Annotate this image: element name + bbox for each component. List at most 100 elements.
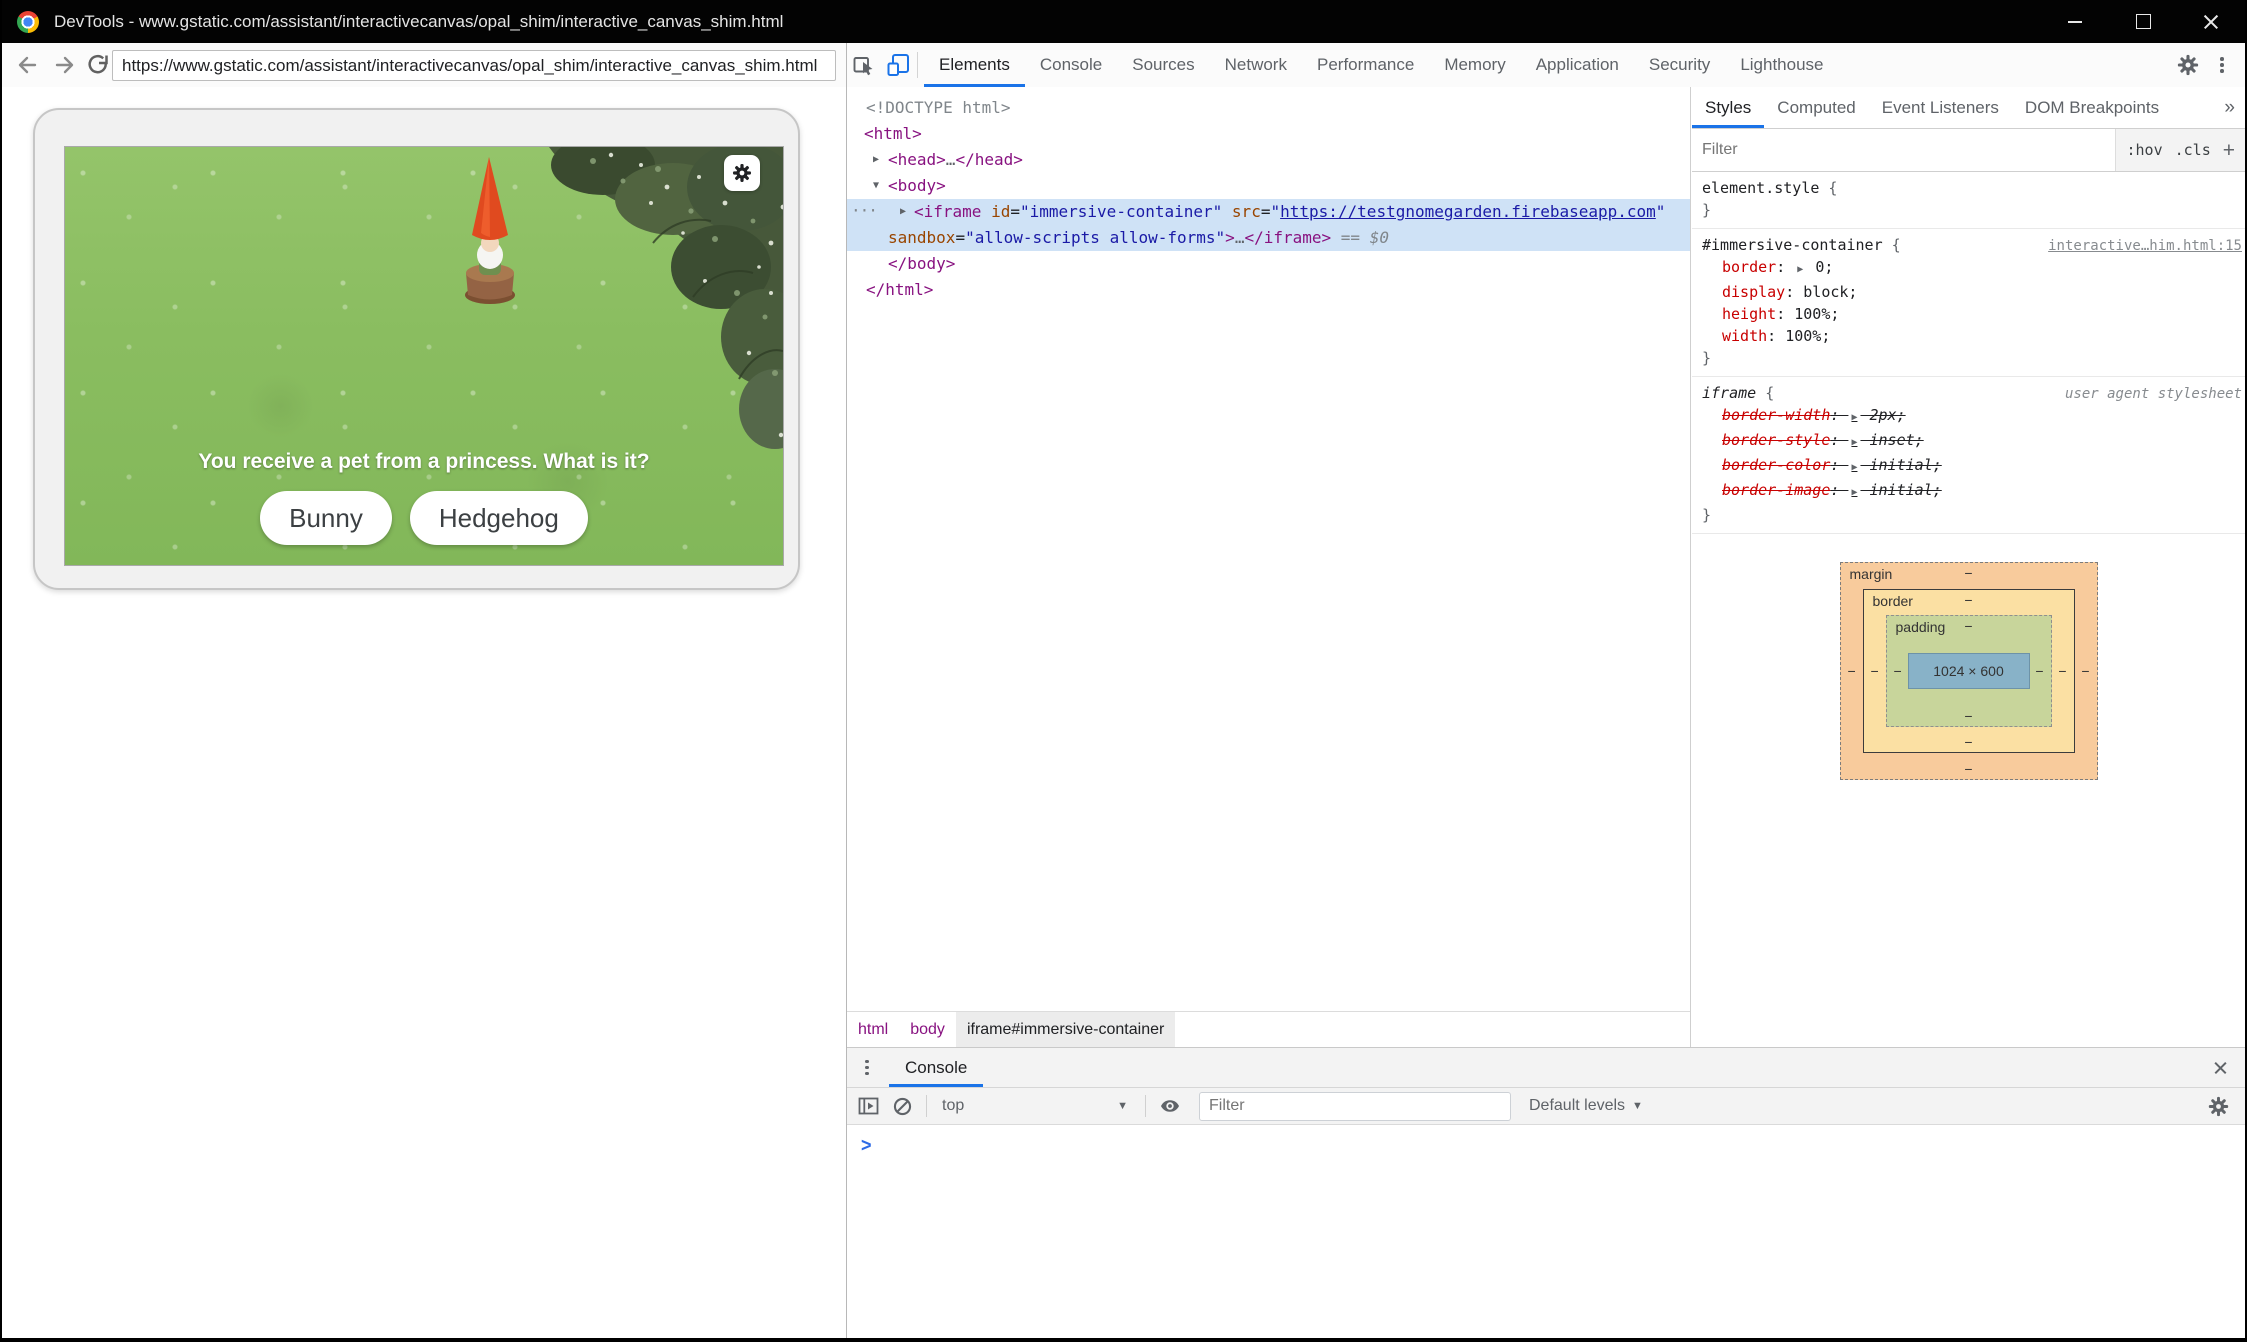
css-property[interactable]: width: 100%; [1702, 325, 2245, 347]
expand-toggle-icon[interactable]: ▶ [1794, 264, 1806, 275]
box-model-value[interactable]: − [1871, 663, 1879, 679]
minimize-button[interactable] [2041, 0, 2109, 43]
dom-tree-node[interactable]: </html> [847, 277, 1690, 303]
log-levels-select[interactable]: Default levels ▼ [1529, 1097, 1643, 1115]
box-model-value[interactable]: − [1964, 708, 1972, 724]
css-property[interactable]: border-width: ▶ 2px; [1702, 404, 2245, 429]
game-canvas[interactable]: You receive a pet from a princess. What … [64, 146, 784, 566]
tab-console[interactable]: Console [1025, 43, 1117, 87]
console-settings-button[interactable] [2201, 1091, 2235, 1121]
url-bar[interactable] [112, 50, 836, 81]
drawer-menu-button[interactable] [847, 1048, 887, 1087]
tab-dom-breakpoints[interactable]: DOM Breakpoints [2012, 87, 2172, 128]
box-model-value[interactable]: − [1894, 663, 1902, 679]
breadcrumb-html[interactable]: html [847, 1012, 899, 1047]
tab-sources[interactable]: Sources [1117, 43, 1209, 87]
devtools-more-options-button[interactable] [2205, 48, 2239, 82]
tab-network[interactable]: Network [1210, 43, 1302, 87]
box-model-value[interactable]: − [2035, 663, 2043, 679]
css-property[interactable]: height: 100%; [1702, 303, 2245, 325]
box-model-padding[interactable]: padding 1024 × 600 −−−− [1886, 615, 2052, 727]
node-menu-dots-icon[interactable]: ··· [851, 199, 877, 223]
breadcrumb-iframe[interactable]: iframe#immersive-container [956, 1012, 1175, 1047]
box-model-value[interactable]: − [2058, 663, 2066, 679]
css-property[interactable]: border-style: ▶ inset; [1702, 429, 2245, 454]
box-model-value[interactable]: − [1964, 565, 1972, 581]
dom-tree-node[interactable]: sandbox="allow-scripts allow-forms">…</i… [847, 225, 1690, 251]
dom-tree-node[interactable]: <html> [847, 121, 1690, 147]
box-model-content[interactable]: 1024 × 600 [1908, 653, 2030, 689]
rule-selector[interactable]: iframe [1702, 384, 1756, 402]
breadcrumb-body[interactable]: body [899, 1012, 956, 1047]
close-button[interactable] [2177, 0, 2245, 43]
tab-memory[interactable]: Memory [1429, 43, 1520, 87]
forward-icon[interactable] [52, 52, 78, 78]
javascript-context-select[interactable]: top ▼ [934, 1097, 1138, 1115]
tab-elements[interactable]: Elements [924, 43, 1025, 87]
toggle-pseudo-state-button[interactable]: :hov [2126, 141, 2162, 159]
css-property[interactable]: display: block; [1702, 281, 2245, 303]
expand-toggle-icon[interactable]: ▶ [1848, 487, 1860, 498]
tab-lighthouse[interactable]: Lighthouse [1725, 43, 1838, 87]
rule-selector[interactable]: #immersive-container [1702, 236, 1883, 254]
expand-toggle-icon[interactable]: ▶ [1848, 462, 1860, 473]
tab-computed[interactable]: Computed [1764, 87, 1868, 128]
maximize-button[interactable] [2109, 0, 2177, 43]
dom-tree-node[interactable]: ···▶<iframe id="immersive-container" src… [847, 199, 1690, 225]
devtools-settings-button[interactable] [2171, 48, 2205, 82]
css-property[interactable]: border: ▶ 0; [1702, 256, 2245, 281]
tab-event-listeners[interactable]: Event Listeners [1869, 87, 2012, 128]
new-style-rule-icon[interactable]: + [2223, 140, 2235, 161]
console-filter-input[interactable] [1200, 1096, 1510, 1116]
box-model-value[interactable]: − [1964, 592, 1972, 608]
tab-security[interactable]: Security [1634, 43, 1725, 87]
tab-performance[interactable]: Performance [1302, 43, 1429, 87]
toggle-element-classes-button[interactable]: .cls [2175, 141, 2211, 159]
box-model-value[interactable]: − [1848, 663, 1856, 679]
box-model-value[interactable]: − [1964, 618, 1972, 634]
css-rule[interactable]: iframe {user agent stylesheetborder-widt… [1692, 377, 2245, 534]
expand-toggle-icon[interactable]: ▶ [1848, 412, 1860, 423]
clear-console-button[interactable] [885, 1091, 919, 1121]
expand-toggle-icon[interactable]: ▼ [873, 173, 879, 199]
expand-toggle-icon[interactable]: ▶ [873, 147, 879, 173]
css-property[interactable]: border-color: ▶ initial; [1702, 454, 2245, 479]
styles-filter-input[interactable] [1692, 140, 2115, 160]
tab-styles[interactable]: Styles [1692, 87, 1764, 128]
close-drawer-button[interactable] [2205, 1048, 2235, 1087]
rule-selector[interactable]: element.style [1702, 179, 1819, 197]
dom-tree-node[interactable]: ▼<body> [847, 173, 1690, 199]
box-model-margin[interactable]: margin border padding 1024 × 600 −−−− −−… [1840, 562, 2098, 780]
console-log-area[interactable]: > [847, 1125, 2245, 1338]
dom-tree-node[interactable]: ▶<head>…</head> [847, 147, 1690, 173]
dom-tree-node[interactable]: </body> [847, 251, 1690, 277]
box-model-value[interactable]: − [2081, 663, 2089, 679]
back-icon[interactable] [14, 52, 40, 78]
box-model-value[interactable]: − [1964, 761, 1972, 777]
expand-toggle-icon[interactable]: ▶ [1848, 437, 1860, 448]
url-input[interactable] [113, 56, 835, 76]
console-filter-box[interactable] [1199, 1092, 1511, 1121]
expand-toggle-icon[interactable]: ▶ [900, 199, 906, 225]
more-tabs-icon[interactable]: » [2214, 97, 2245, 119]
box-model-border[interactable]: border padding 1024 × 600 −−−− −−−− [1863, 589, 2075, 753]
tab-application[interactable]: Application [1521, 43, 1634, 87]
css-rule[interactable]: #immersive-container {interactive…him.ht… [1692, 229, 2245, 377]
css-property[interactable]: border-image: ▶ initial; [1702, 479, 2245, 504]
device-toolbar-toggle[interactable] [881, 48, 915, 82]
console-prompt-icon[interactable]: > [861, 1134, 872, 1157]
console-sidebar-toggle[interactable] [851, 1091, 885, 1121]
inspect-element-button[interactable] [847, 48, 881, 82]
hedgehog-button[interactable]: Hedgehog [410, 491, 588, 545]
dom-tree-node[interactable]: <!DOCTYPE html> [847, 95, 1690, 121]
bunny-button[interactable]: Bunny [260, 491, 392, 545]
reload-icon[interactable] [86, 53, 110, 77]
box-model-value[interactable]: − [1964, 734, 1972, 750]
css-rule[interactable]: element.style {} [1692, 172, 2245, 229]
drawer-tab-console[interactable]: Console [889, 1048, 983, 1087]
create-live-expression-button[interactable] [1153, 1091, 1187, 1121]
sidebar-tabs: Styles Computed Event Listeners DOM Brea… [1692, 87, 2245, 129]
rule-source-link[interactable]: interactive…him.html:15 [2048, 235, 2242, 257]
canvas-settings-button[interactable] [724, 155, 760, 191]
devtools-split-handle[interactable] [846, 43, 847, 1338]
